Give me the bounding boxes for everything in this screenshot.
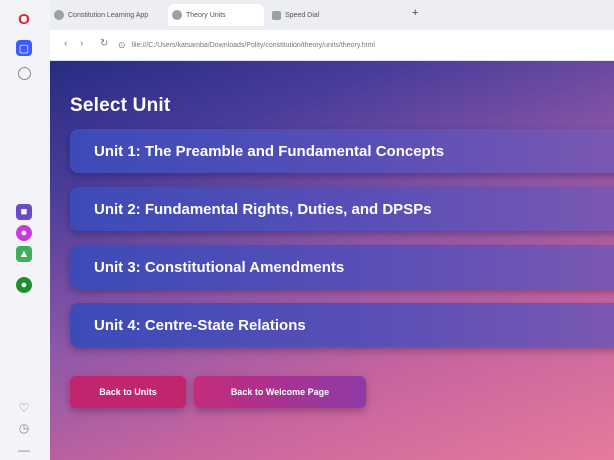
browser-sidebar: O ▢ ■ ● ▲ ● ♡ ◷ — [0, 0, 51, 460]
address-bar: ‹ › ↻ ⊙ file:///C:/Users/katsamba/Downlo… [50, 30, 614, 61]
tab-speed-dial[interactable]: Speed Dial [272, 4, 382, 26]
file-icon: ⊙ [118, 39, 126, 50]
app-icon-3[interactable]: ▲ [16, 246, 32, 262]
tab-label: Theory Units [186, 11, 226, 19]
page-favicon-icon [172, 10, 182, 20]
tab-label: Speed Dial [285, 11, 320, 19]
page-favicon-icon [54, 10, 64, 20]
tab-label: Constitution Learning App [68, 11, 149, 19]
unit-list: Unit 1: The Preamble and Fundamental Con… [70, 129, 614, 361]
forward-arrow-icon[interactable]: › [80, 38, 83, 49]
reload-icon[interactable]: ↻ [100, 38, 108, 49]
app-icon-1[interactable]: ■ [16, 204, 32, 220]
new-tab-button[interactable]: + [412, 7, 418, 19]
page-content: Select Unit Unit 1: The Preamble and Fun… [50, 61, 614, 460]
unit-2-button[interactable]: Unit 2: Fundamental Rights, Duties, and … [70, 187, 614, 231]
back-arrow-icon[interactable]: ‹ [64, 38, 67, 49]
browser-logo-icon[interactable]: O [16, 11, 32, 28]
navigation-buttons: Back to Units Back to Welcome Page [70, 376, 366, 408]
tab-theory-units[interactable]: Theory Units [168, 4, 264, 26]
tab-strip: Constitution Learning App Theory Units S… [50, 0, 614, 31]
more-icon[interactable]: — [16, 442, 32, 458]
url-text: file:///C:/Users/katsamba/Downloads/Poli… [131, 41, 375, 49]
url-field[interactable]: ⊙ file:///C:/Users/katsamba/Downloads/Po… [118, 36, 598, 54]
tabs-panel-icon[interactable]: ▢ [16, 40, 32, 56]
unit-4-button[interactable]: Unit 4: Centre-State Relations [70, 303, 614, 347]
workspace-icon[interactable] [18, 67, 31, 80]
tab-constitution[interactable]: Constitution Learning App [54, 4, 164, 26]
back-to-welcome-button[interactable]: Back to Welcome Page [194, 376, 366, 408]
back-to-units-button[interactable]: Back to Units [70, 376, 186, 408]
unit-1-button[interactable]: Unit 1: The Preamble and Fundamental Con… [70, 129, 614, 173]
whatsapp-icon[interactable]: ● [16, 277, 32, 293]
speed-dial-icon [272, 10, 281, 20]
history-icon[interactable]: ◷ [16, 420, 32, 436]
page-title: Select Unit [70, 95, 171, 116]
messenger-icon[interactable]: ● [16, 225, 32, 241]
unit-3-button[interactable]: Unit 3: Constitutional Amendments [70, 245, 614, 289]
heart-icon[interactable]: ♡ [16, 400, 32, 416]
